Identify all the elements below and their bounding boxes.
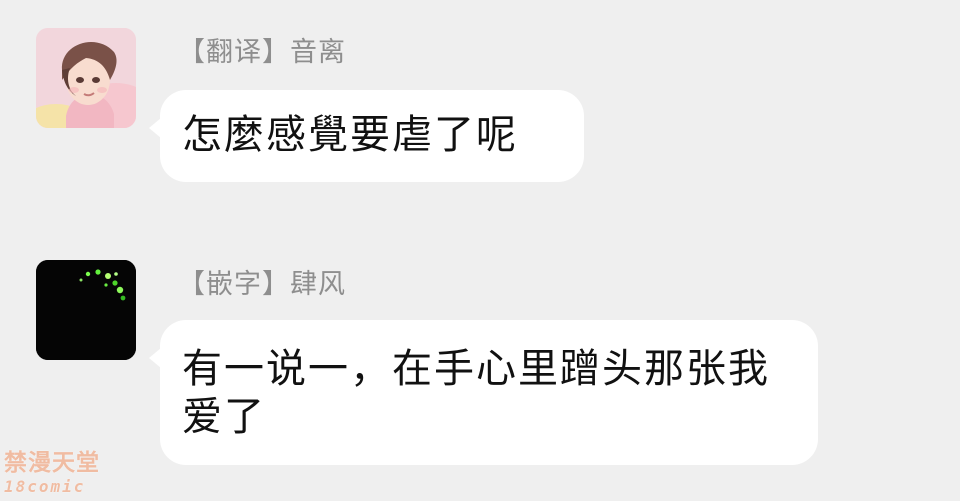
avatar-illustration [36,260,136,360]
anime-boy-avatar-icon[interactable] [36,28,136,128]
message-text: 有一说一，在手心里蹭头那张我爱了 [182,346,770,440]
avatar-illustration [36,28,136,128]
fireflies-avatar-icon[interactable] [36,260,136,360]
watermark-line-1: 禁漫天堂 [4,450,100,476]
sender-name: 【翻译】音离 [178,37,346,68]
watermark-line-2: 18comic [4,477,86,496]
site-watermark: 禁漫天堂 18comic [4,452,108,498]
message-bubble[interactable]: 怎麼感覺要虐了呢 [149,90,584,182]
sender-name: 【嵌字】肆风 [178,269,346,300]
message-text: 怎麼感覺要虐了呢 [182,112,518,158]
chat-screen: 【翻译】音离 怎麼感覺要虐了呢 【嵌字】肆风 有一说一，在手心里蹭头那张我爱了 … [0,0,960,501]
message-bubble[interactable]: 有一说一，在手心里蹭头那张我爱了 [149,320,818,465]
